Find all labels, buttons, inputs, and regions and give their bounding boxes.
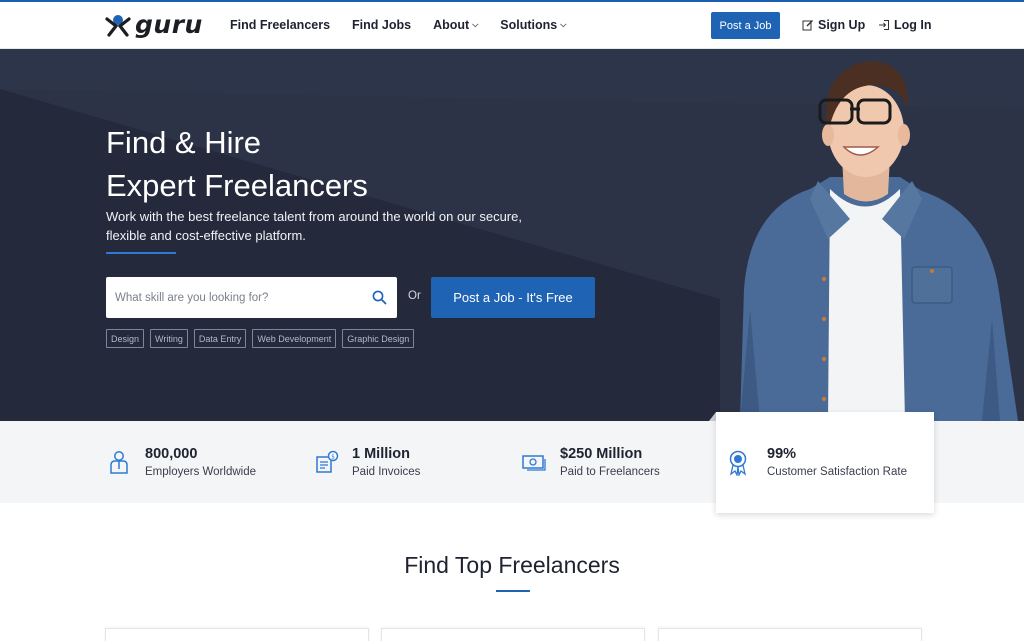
hero-title: Find & Hire Expert Freelancers bbox=[106, 121, 368, 207]
stat-value: 800,000 bbox=[145, 446, 198, 462]
popular-skill-tags: Design Writing Data Entry Web Developmen… bbox=[106, 329, 420, 348]
chevron-down-icon: ⌵ bbox=[560, 20, 567, 29]
nav-about[interactable]: About ⌵ bbox=[433, 18, 478, 32]
hero-title-line2: Expert Freelancers bbox=[106, 168, 368, 203]
nav-item-label: Find Jobs bbox=[352, 18, 412, 32]
hero-subtitle: Work with the best freelance talent from… bbox=[106, 209, 522, 243]
hero-section: Find & Hire Expert Freelancers Work with… bbox=[0, 49, 1024, 421]
money-icon bbox=[522, 455, 546, 471]
stats-bar: 800,000 Employers Worldwide $ 1 Million … bbox=[0, 412, 1024, 513]
logo-text: guru bbox=[135, 10, 203, 39]
hero-title-line1: Find & Hire bbox=[106, 125, 262, 160]
stat-value: $250 Million bbox=[560, 446, 643, 462]
tag-web-development[interactable]: Web Development bbox=[252, 329, 337, 348]
search-icon[interactable] bbox=[372, 290, 387, 305]
sign-up-link[interactable]: Sign Up bbox=[802, 18, 865, 32]
tag-design[interactable]: Design bbox=[106, 329, 145, 348]
guru-logo[interactable]: guru bbox=[105, 12, 203, 38]
hero-person-image bbox=[740, 61, 1018, 421]
log-in-label: Log In bbox=[894, 18, 932, 32]
main-nav: Find Freelancers Find Jobs About ⌵ Solut… bbox=[230, 18, 588, 32]
award-ribbon-icon bbox=[729, 450, 747, 476]
sign-up-label: Sign Up bbox=[818, 18, 866, 32]
stat-label: Paid Invoices bbox=[352, 466, 421, 478]
freelancer-category-card[interactable] bbox=[105, 628, 369, 641]
skill-search-input[interactable] bbox=[106, 277, 366, 318]
freelancer-category-card[interactable] bbox=[381, 628, 645, 641]
site-header: guru Find Freelancers Find Jobs About ⌵ … bbox=[0, 2, 1024, 49]
edit-icon bbox=[802, 20, 813, 31]
nav-item-label: Solutions bbox=[500, 18, 558, 32]
login-icon bbox=[879, 20, 889, 30]
log-in-link[interactable]: Log In bbox=[878, 18, 932, 32]
stat-card-notch bbox=[709, 412, 716, 421]
section-title: Find Top Freelancers bbox=[404, 552, 620, 578]
header-post-job-button[interactable]: Post a Job bbox=[711, 12, 780, 39]
skill-search-box bbox=[106, 277, 397, 318]
nav-find-freelancers[interactable]: Find Freelancers bbox=[230, 18, 330, 32]
guru-logo-icon bbox=[105, 15, 131, 37]
stat-label: Paid to Freelancers bbox=[560, 466, 660, 478]
stat-label: Employers Worldwide bbox=[145, 466, 256, 478]
tag-data-entry[interactable]: Data Entry bbox=[193, 329, 247, 348]
employer-icon bbox=[110, 451, 128, 474]
hero-divider bbox=[106, 252, 176, 254]
stat-label: Customer Satisfaction Rate bbox=[767, 466, 907, 478]
section-divider bbox=[496, 590, 530, 592]
or-separator: Or bbox=[408, 290, 421, 302]
tag-writing[interactable]: Writing bbox=[150, 329, 188, 348]
tag-graphic-design[interactable]: Graphic Design bbox=[342, 329, 415, 348]
post-job-free-button[interactable]: Post a Job - It's Free bbox=[431, 277, 595, 318]
chevron-down-icon: ⌵ bbox=[472, 20, 479, 29]
nav-solutions[interactable]: Solutions ⌵ bbox=[500, 18, 566, 32]
nav-item-label: About bbox=[433, 18, 470, 32]
nav-item-label: Find Freelancers bbox=[230, 18, 331, 32]
invoice-icon: $ bbox=[316, 450, 339, 473]
svg-text:$: $ bbox=[331, 454, 335, 461]
nav-find-jobs[interactable]: Find Jobs bbox=[352, 18, 411, 32]
freelancer-category-card[interactable] bbox=[658, 628, 922, 641]
stat-value: 1 Million bbox=[352, 446, 410, 462]
stat-value: 99% bbox=[767, 446, 797, 462]
